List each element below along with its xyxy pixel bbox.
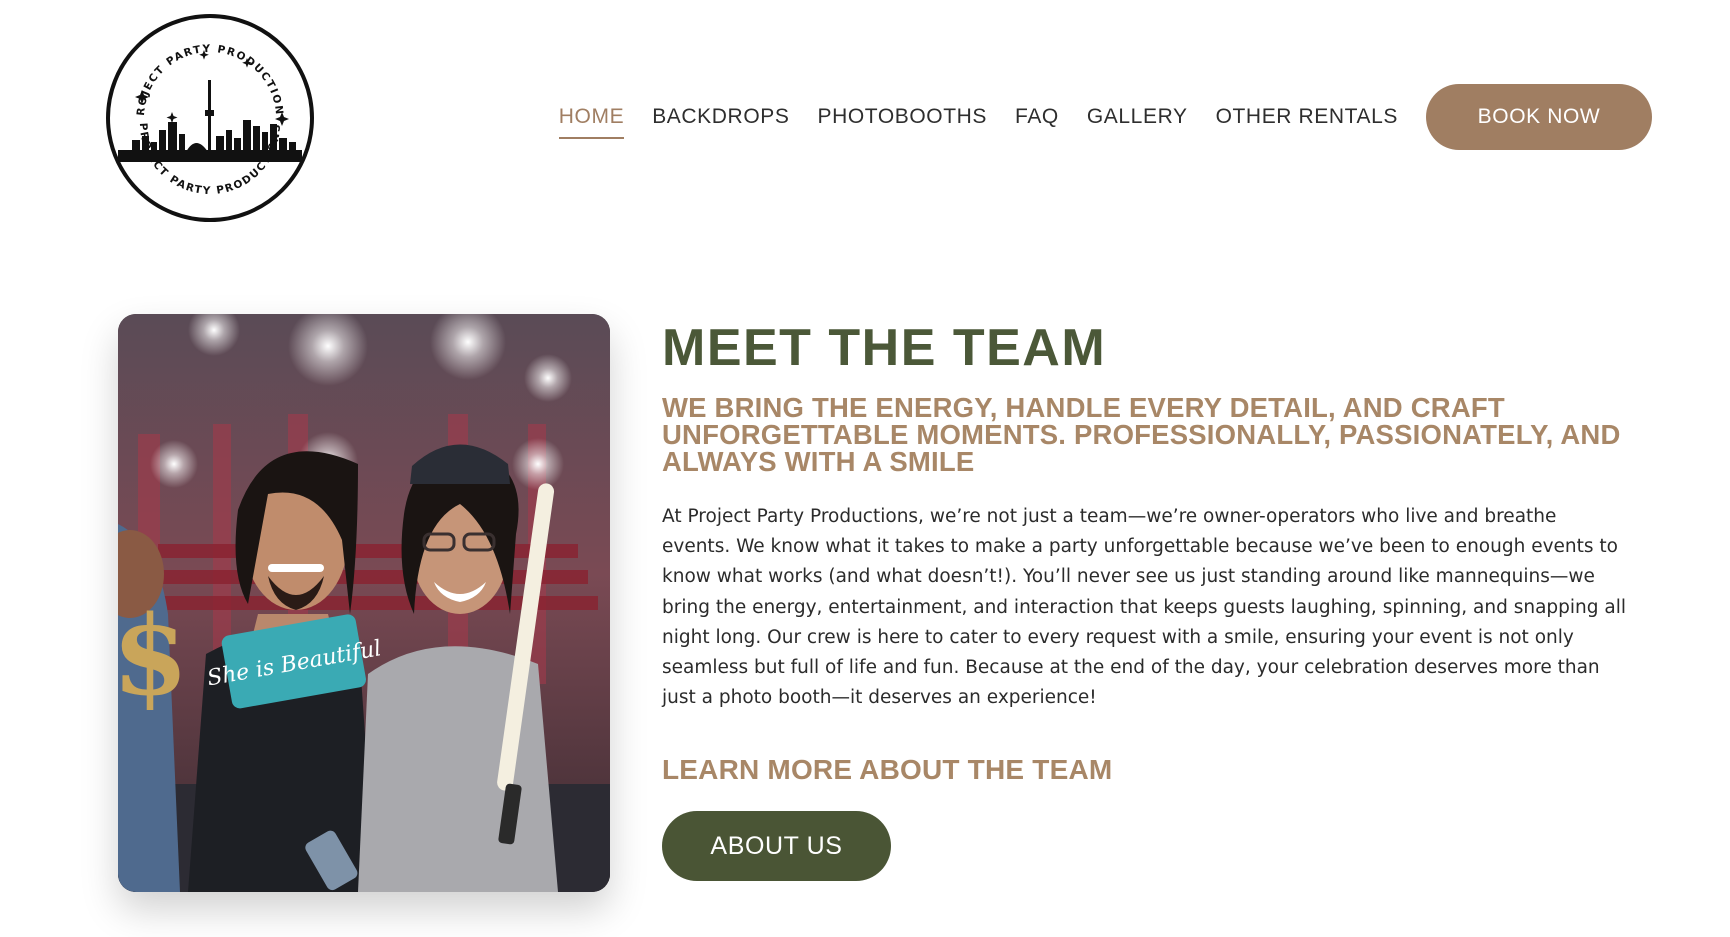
about-us-button[interactable]: ABOUT US (662, 811, 891, 882)
learn-more-heading: LEARN MORE ABOUT THE TEAM (662, 754, 1113, 786)
section-title: MEET THE TEAM (662, 319, 1107, 377)
team-description: At Project Party Productions, we’re not … (662, 506, 1627, 709)
brand-logo[interactable]: PROJECT PARTY PRODUCTIONS PROJECT PARTY … (104, 12, 316, 224)
nav-item-faq[interactable]: FAQ (1015, 83, 1059, 151)
nav-item-gallery[interactable]: GALLERY (1087, 83, 1188, 151)
team-photo: She is Beautiful $ (118, 314, 610, 892)
nav-item-home[interactable]: HOME (558, 83, 625, 151)
main-nav: HOME BACKDROPS PHOTOBOOTHS FAQ GALLERY O… (558, 83, 1652, 151)
nav-item-photobooths[interactable]: PHOTOBOOTHS (817, 83, 987, 151)
nav-item-backdrops[interactable]: BACKDROPS (652, 83, 789, 151)
toronto-skyline-icon: PROJECT PARTY PRODUCTIONS PROJECT PARTY … (104, 12, 314, 222)
dollar-prop-icon: $ (118, 591, 189, 720)
nav-item-other-rentals[interactable]: OTHER RENTALS (1216, 83, 1398, 151)
book-now-button[interactable]: BOOK NOW (1426, 84, 1652, 150)
site-header: PROJECT PARTY PRODUCTIONS PROJECT PARTY … (0, 0, 1730, 230)
team-section: MEET THE TEAM WE BRING THE ENERGY, HANDL… (662, 318, 1652, 882)
section-subtitle: WE BRING THE ENERGY, HANDLE EVERY DETAIL… (662, 392, 1621, 477)
team-photo-illustration: She is Beautiful $ (118, 314, 610, 892)
